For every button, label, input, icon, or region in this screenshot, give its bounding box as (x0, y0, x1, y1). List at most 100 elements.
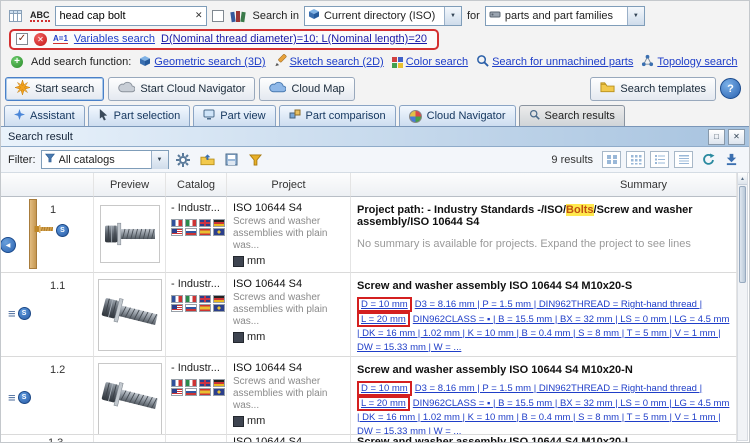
catalog-name[interactable]: - Industr... (171, 202, 223, 214)
view-list-icon[interactable] (650, 151, 669, 168)
param-d-highlight[interactable]: D = 10 mm (357, 381, 412, 396)
search-target-select[interactable]: parts and part families ▼ (484, 5, 645, 26)
color-search-link[interactable]: Color search (391, 56, 468, 68)
tab-part-comparison-label: Part comparison (305, 110, 386, 122)
param-links[interactable]: DIN962CLASS = ▪ | B = 15.5 mm | BX = 32 … (357, 314, 729, 353)
flag-it (185, 219, 197, 227)
unmachined-search-label[interactable]: Search for unmachined parts (492, 56, 633, 68)
header-preview[interactable]: Preview (94, 173, 166, 197)
header-index[interactable] (1, 173, 94, 197)
tab-part-selection[interactable]: Part selection (87, 105, 191, 126)
catalog-flags (171, 295, 225, 312)
search-templates-button[interactable]: Search templates (590, 76, 716, 101)
header-preview-label: Preview (109, 178, 150, 191)
preview-cell (94, 357, 166, 435)
header-catalog[interactable]: Catalog (166, 173, 227, 197)
part-preview[interactable] (97, 279, 162, 351)
part-preview[interactable] (99, 205, 160, 263)
view-details-icon[interactable] (674, 151, 693, 168)
header-summary[interactable]: Summary (351, 173, 737, 197)
settings-gear-icon[interactable] (174, 151, 193, 169)
start-search-button[interactable]: Start search (5, 76, 105, 101)
start-cloud-navigator-button[interactable]: Start Cloud Navigator (108, 76, 256, 101)
close-panel-icon[interactable]: ✕ (728, 128, 745, 145)
dropdown-arrow-icon[interactable]: ▼ (150, 150, 168, 169)
search-option-checkbox[interactable] (211, 9, 224, 22)
catalog-name[interactable]: - Industr... (171, 278, 223, 290)
result-row-project[interactable]: 1 S - Industr... ISO 10644 S4 Screws and… (1, 197, 737, 273)
geometric-search-link[interactable]: Geometric search (3D) (139, 55, 266, 70)
sketch-search-link[interactable]: Sketch search (2D) (274, 54, 384, 70)
geometric-search-label[interactable]: Geometric search (3D) (154, 56, 265, 68)
param-links[interactable]: D3 = 8.16 mm | P = 1.5 mm | DIN962THREAD… (415, 299, 702, 310)
cloud-navigator-icon (408, 109, 422, 123)
export-icon[interactable] (222, 151, 241, 169)
scrollbar-thumb[interactable] (739, 186, 746, 283)
part-preview[interactable] (97, 363, 162, 434)
result-row-1-1[interactable]: 1.1 ≡ S - Industr... ISO 10644 S4 Screws… (1, 273, 737, 357)
open-folder-icon[interactable] (198, 151, 217, 169)
tab-part-view[interactable]: Part view (193, 105, 276, 126)
project-name[interactable]: ISO 10644 S4 (233, 202, 348, 214)
preview-cell (94, 435, 166, 442)
variables-search-link[interactable]: Variables search (74, 33, 155, 45)
unmachined-search-link[interactable]: Search for unmachined parts (476, 54, 633, 70)
flag-us (171, 388, 183, 396)
collapse-panel-button[interactable]: ◀ (1, 237, 16, 253)
topology-search-label[interactable]: Topology search (657, 56, 737, 68)
param-l-highlight[interactable]: L = 20 mm (357, 312, 410, 327)
dropdown-arrow-icon[interactable]: ▼ (626, 6, 644, 25)
project-name[interactable]: ISO 10644 S4 (233, 278, 348, 290)
project-name[interactable]: ISO 10644 S4 (233, 362, 348, 374)
project-unit: mm (247, 331, 266, 343)
tab-part-comparison[interactable]: Part comparison (278, 105, 396, 126)
bolt-icon (34, 223, 54, 238)
remove-criteria-icon[interactable]: ✕ (34, 32, 47, 46)
param-l-highlight[interactable]: L = 20 mm (357, 396, 410, 411)
tab-assistant[interactable]: Assistant (4, 105, 85, 126)
dropdown-arrow-icon[interactable]: ▼ (443, 6, 461, 25)
catalog-name[interactable]: - Industr... (171, 362, 223, 374)
add-icon[interactable]: + (11, 56, 23, 68)
result-row-1-2[interactable]: 1.2 ≡ S - Industr... ISO 10644 S4 Screws… (1, 357, 737, 435)
screw-render (104, 222, 155, 246)
result-row-1-3[interactable]: 1.3 ISO 10644 S4 Screw and washer assemb… (1, 435, 737, 442)
color-search-label[interactable]: Color search (406, 56, 468, 68)
tab-cloud-navigator[interactable]: Cloud Navigator (398, 105, 516, 126)
catalog-filter-select[interactable]: All catalogs ▼ (40, 150, 169, 169)
flag-gb (199, 219, 211, 227)
search-settings-icon[interactable] (6, 7, 25, 25)
vertical-scrollbar[interactable]: ▲ (737, 172, 748, 441)
view-thumbnails-icon[interactable] (602, 151, 621, 168)
search-input[interactable] (55, 9, 206, 22)
param-links[interactable]: D3 = 8.16 mm | P = 1.5 mm | DIN962THREAD… (415, 383, 702, 394)
param-d-highlight[interactable]: D = 10 mm (357, 297, 412, 312)
variables-criteria-text[interactable]: D(Nominal thread diameter)=10; L(Nominal… (161, 33, 427, 45)
search-scope-select[interactable]: Current directory (ISO) ▼ (303, 5, 462, 26)
clear-search-icon[interactable]: ✕ (195, 10, 203, 21)
cursor-icon (98, 108, 109, 124)
download-icon[interactable] (722, 151, 741, 169)
line-item-icon[interactable]: ≡ (8, 391, 16, 404)
part-title[interactable]: Screw and washer assembly ISO 10644 S4 M… (357, 364, 732, 376)
header-project[interactable]: Project (227, 173, 351, 197)
project-name[interactable]: ISO 10644 S4 (233, 436, 348, 442)
refresh-icon[interactable] (698, 151, 717, 169)
cloud-map-label: Cloud Map (291, 82, 345, 95)
sketch-search-label[interactable]: Sketch search (2D) (290, 56, 384, 68)
float-panel-icon[interactable]: □ (708, 128, 725, 145)
tab-search-results[interactable]: Search results (518, 105, 625, 126)
catalog-books-icon[interactable] (229, 7, 248, 25)
cloud-map-button[interactable]: Cloud Map (259, 76, 355, 101)
flag-ru (185, 228, 197, 236)
part-title[interactable]: Screw and washer assembly ISO 10644 S4 M… (357, 436, 732, 442)
line-item-icon[interactable]: ≡ (8, 307, 16, 320)
scroll-up-icon[interactable]: ▲ (738, 173, 747, 185)
topology-search-link[interactable]: Topology search (641, 54, 737, 70)
part-title[interactable]: Screw and washer assembly ISO 10644 S4 M… (357, 280, 732, 292)
funnel-icon[interactable] (246, 151, 265, 169)
variables-search-checkbox[interactable]: ✓ (16, 33, 28, 45)
view-small-thumbnails-icon[interactable] (626, 151, 645, 168)
param-links[interactable]: DIN962CLASS = ▪ | B = 15.5 mm | BX = 32 … (357, 398, 729, 434)
help-button[interactable]: ? (720, 78, 741, 99)
